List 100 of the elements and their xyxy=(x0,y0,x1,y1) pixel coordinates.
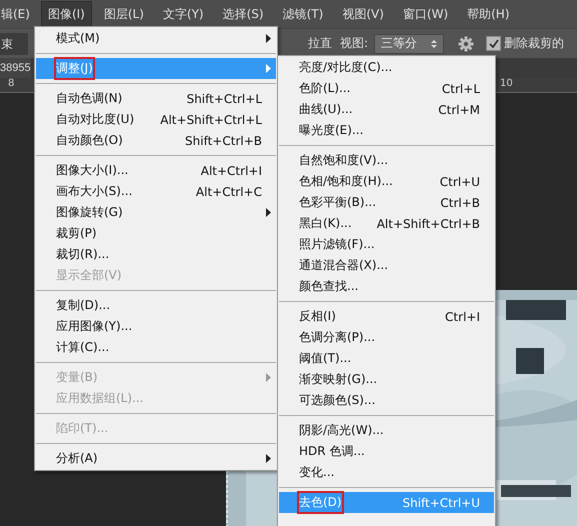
shortcut-text: Ctrl+B xyxy=(440,196,480,210)
ruler-number: 8 xyxy=(8,78,14,89)
menu-item[interactable]: 自动颜色(O) Shift+Ctrl+B xyxy=(36,130,276,151)
menu-item-label: 色调分离(P)... xyxy=(298,329,376,346)
menu-item-label: 阈值(T)... xyxy=(298,350,352,367)
menu-item-label: 阴影/高光(W)... xyxy=(298,422,385,439)
menu-item-label: 颜色查找... xyxy=(298,278,360,295)
view-dropdown[interactable]: 三等分 xyxy=(374,34,444,54)
straighten-button[interactable]: 拉直 xyxy=(308,35,332,52)
menu-item[interactable]: 色调分离(P)... xyxy=(279,327,494,348)
menu-item-label: 自动色调(N) xyxy=(55,90,124,107)
menu-item[interactable]: 可选颜色(S)... xyxy=(279,390,494,411)
menu-item-label: HDR 色调... xyxy=(298,443,366,460)
menu-item[interactable]: 画布大小(S)... Alt+Ctrl+C xyxy=(36,181,276,202)
menu-item-label: 图像大小(I)... xyxy=(55,162,130,179)
menu-item[interactable]: 色阶(L)... Ctrl+L xyxy=(279,78,494,99)
menu-item[interactable]: 渐变映射(G)... xyxy=(279,369,494,390)
view-label: 视图: xyxy=(340,35,368,52)
shortcut-text: Ctrl+U xyxy=(440,174,480,188)
checkbox-label: 删除裁剪的 xyxy=(504,35,564,52)
menu-item-label: 自动对比度(U) xyxy=(55,111,136,128)
menu-bar-item[interactable]: 窗口(W) xyxy=(396,0,456,28)
menu-bar-item[interactable]: 滤镜(T) xyxy=(276,0,330,28)
menu-item-label: 裁剪(P) xyxy=(55,225,98,242)
document-tab[interactable]: 38955 xyxy=(0,58,31,78)
menu-item[interactable]: 通道混合器(X)... xyxy=(279,255,494,276)
shortcut-text: Shift+Ctrl+L xyxy=(186,92,262,106)
menu-item[interactable]: 裁剪(P) xyxy=(36,223,276,244)
shortcut-text: Ctrl+L xyxy=(442,82,480,96)
shortcut-text: Ctrl+I xyxy=(445,310,480,324)
menu-item[interactable]: 应用图像(Y)... xyxy=(36,316,276,337)
settings-icon[interactable] xyxy=(458,36,474,52)
menu-item[interactable]: 反相(I) Ctrl+I xyxy=(279,306,494,327)
menu-item-label: 渐变映射(G)... xyxy=(298,371,378,388)
menu-item[interactable]: 自动色调(N) Shift+Ctrl+L xyxy=(36,88,276,109)
menu-item-label: 应用图像(Y)... xyxy=(55,318,134,335)
menu-item-label: 复制(D)... xyxy=(55,297,112,314)
menu-item-label: 色彩平衡(B)... xyxy=(298,194,378,211)
menu-item-label: 色阶(L)... xyxy=(298,80,352,97)
menu-item-label: 模式(M) xyxy=(55,30,101,47)
menu-item[interactable]: 计算(C)... xyxy=(36,337,276,358)
menu-item[interactable]: 曝光度(E)... xyxy=(279,120,494,141)
delete-cropped-checkbox[interactable] xyxy=(486,36,502,51)
menu-item-label: 分析(A) xyxy=(55,450,99,467)
menu-item-label: 显示全部(V) xyxy=(55,267,123,284)
menu-item-label: 照片滤镜(F)... xyxy=(298,236,376,253)
menu-item[interactable]: 黑白(K)... Alt+Shift+Ctrl+B xyxy=(279,213,494,234)
menu-item-label: 自动颜色(O) xyxy=(55,132,124,149)
menu-item[interactable]: 复制(D)... xyxy=(36,295,276,316)
shortcut-text: Alt+Shift+Ctrl+B xyxy=(376,216,480,230)
menu-bar-item[interactable]: 图像(I) xyxy=(40,0,92,28)
menu-item-label: 反相(I) xyxy=(298,308,337,325)
menu-item-label: 变化... xyxy=(298,464,336,481)
menu-item-label: 通道混合器(X)... xyxy=(298,257,390,274)
menu-item-label: 色相/饱和度(H)... xyxy=(298,173,394,190)
menu-item[interactable]: 阈值(T)... xyxy=(279,348,494,369)
menu-bar-item[interactable]: 帮助(H) xyxy=(460,0,517,28)
menu-item-label: 黑白(K)... xyxy=(298,215,353,232)
menu-item[interactable]: 分析(A) xyxy=(36,448,276,469)
menu-item-label: 陷印(T)... xyxy=(55,420,110,437)
menu-item[interactable]: HDR 色调... xyxy=(279,441,494,462)
preset-field[interactable]: 束 xyxy=(0,32,28,54)
updown-icon xyxy=(431,38,438,48)
menu-item[interactable]: 自动对比度(U) Alt+Shift+Ctrl+L xyxy=(36,109,276,130)
menu-item-label: 计算(C)... xyxy=(55,339,110,356)
menu-item-label: 亮度/对比度(C)... xyxy=(298,59,394,76)
menu-item[interactable]: 亮度/对比度(C)... xyxy=(279,57,494,78)
shortcut-text: Alt+Ctrl+C xyxy=(196,184,262,198)
menu-item-label: 曲线(U)... xyxy=(298,101,354,118)
shortcut-text: Alt+Ctrl+I xyxy=(200,164,262,178)
menu-item[interactable]: 曲线(U)... Ctrl+M xyxy=(279,99,494,120)
menu-item-label: 曝光度(E)... xyxy=(298,122,364,139)
menu-item[interactable]: 模式(M) xyxy=(36,28,276,49)
menu-item[interactable]: 阴影/高光(W)... xyxy=(279,420,494,441)
menu-item-label: 自然饱和度(V)... xyxy=(298,152,390,169)
menu-item[interactable]: 色相/饱和度(H)... Ctrl+U xyxy=(279,171,494,192)
menu-item-label: 调整(J) xyxy=(54,57,95,80)
menu-item-label: 可选颜色(S)... xyxy=(298,392,376,409)
menu-item[interactable]: 图像旋转(G) xyxy=(36,202,276,223)
menu-item-label: 裁切(R)... xyxy=(55,246,110,263)
menu-bar-item[interactable]: 文字(Y) xyxy=(156,0,211,28)
menu-bar-item[interactable]: 选择(S) xyxy=(216,0,271,28)
menu-item-label: 变量(B) xyxy=(55,369,99,386)
shortcut-text: Shift+Ctrl+B xyxy=(185,134,262,148)
menu-item[interactable]: 自然饱和度(V)... xyxy=(279,150,494,171)
menu-bar-item[interactable]: 视图(V) xyxy=(335,0,391,28)
menu-item-label: 图像旋转(G) xyxy=(55,204,124,221)
menu-item[interactable]: 照片滤镜(F)... xyxy=(279,234,494,255)
menu-item-label: 去色(D) xyxy=(297,491,344,514)
shortcut-text: Shift+Ctrl+U xyxy=(402,496,480,510)
menu-item[interactable]: 变化... xyxy=(279,462,494,483)
menu-item[interactable]: 颜色查找... xyxy=(279,276,494,297)
menu-bar-item[interactable]: 辑(E) xyxy=(0,0,37,28)
shortcut-text: Ctrl+M xyxy=(438,102,480,116)
menu-item-label: 画布大小(S)... xyxy=(55,183,134,200)
menu-item-label: 应用数据组(L)... xyxy=(55,390,144,407)
menu-bar-item[interactable]: 图层(L) xyxy=(96,0,151,28)
menu-item[interactable]: 图像大小(I)... Alt+Ctrl+I xyxy=(36,160,276,181)
menu-item[interactable]: 色彩平衡(B)... Ctrl+B xyxy=(279,192,494,213)
menu-item[interactable]: 裁切(R)... xyxy=(36,244,276,265)
